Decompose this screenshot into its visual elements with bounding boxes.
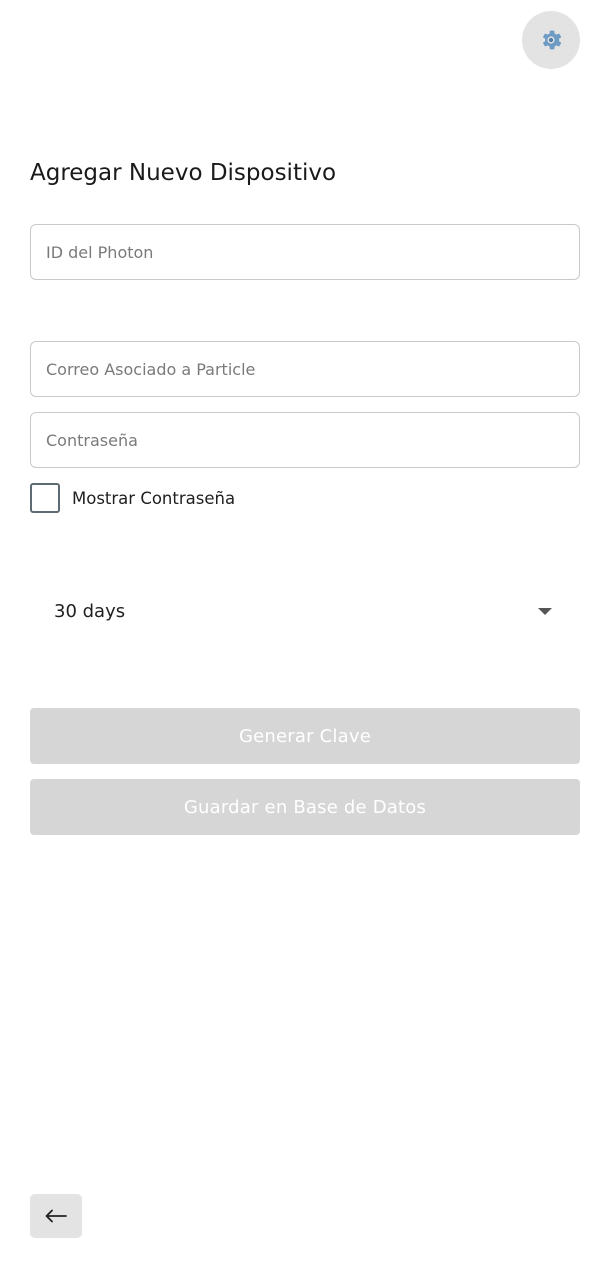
gear-icon [542, 30, 562, 50]
show-password-label: Mostrar Contraseña [72, 488, 236, 508]
page-title: Agregar Nuevo Dispositivo [30, 160, 337, 186]
arrow-left-icon [45, 1209, 67, 1223]
duration-selected-value: 30 days [54, 600, 126, 622]
photon-id-input[interactable] [30, 224, 580, 280]
show-password-checkbox[interactable] [30, 483, 60, 513]
show-password-row[interactable]: Mostrar Contraseña [30, 482, 235, 514]
dropdown-arrow-icon [538, 607, 552, 615]
duration-dropdown[interactable]: 30 days [30, 584, 580, 638]
save-to-database-button[interactable]: Guardar en Base de Datos [30, 779, 580, 835]
generate-key-button[interactable]: Generar Clave [30, 708, 580, 764]
password-input[interactable] [30, 412, 580, 468]
particle-email-input[interactable] [30, 341, 580, 397]
back-button[interactable] [30, 1194, 82, 1238]
settings-button[interactable] [522, 11, 580, 69]
